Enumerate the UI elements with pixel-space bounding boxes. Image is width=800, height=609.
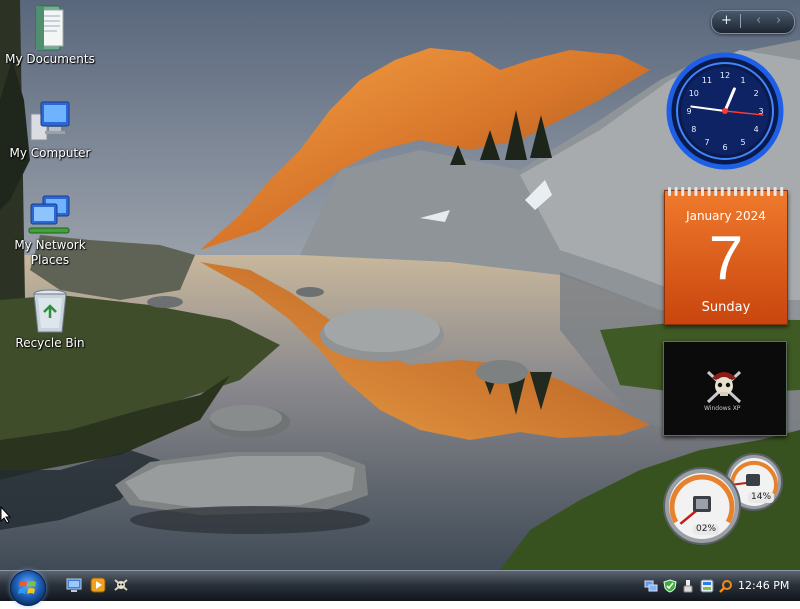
documents-folder-icon	[33, 4, 67, 52]
add-gadget-button[interactable]: +	[721, 13, 732, 29]
desktop-icon-my-network-places[interactable]: My Network Places	[2, 194, 98, 268]
slideshow-caption: Windows XP	[704, 405, 741, 412]
network-places-icon	[27, 194, 73, 238]
clock-numeral: 1	[740, 76, 745, 85]
calendar-ring	[681, 187, 685, 196]
calendar-ring	[734, 187, 737, 196]
clock-gadget[interactable]: 1 2 3 4 5 6 7 8 9 10 11 12	[664, 52, 786, 172]
security-shield-icon[interactable]	[663, 578, 677, 593]
next-gadget-button[interactable]: ›	[776, 13, 781, 29]
computer-icon	[27, 100, 73, 146]
slideshow-gadget[interactable]: Windows XP	[663, 341, 787, 436]
update-icon[interactable]	[700, 578, 714, 593]
calendar-ring	[780, 187, 784, 196]
taskbar: 12:46 PM	[0, 570, 800, 606]
clock-numeral: 8	[691, 125, 696, 134]
calendar-ring	[687, 187, 691, 196]
calendar-ring	[707, 187, 711, 196]
calendar-ring	[701, 187, 704, 196]
cpu-readout: 02%	[693, 524, 720, 535]
calendar-ring	[720, 187, 724, 196]
desktop-icon-my-documents[interactable]: My Documents	[2, 4, 98, 67]
mouse-cursor-icon	[0, 505, 12, 528]
start-button[interactable]	[10, 570, 46, 606]
calendar-ring	[674, 187, 678, 196]
prev-gadget-button[interactable]: ‹	[756, 13, 761, 29]
clock-face: 123456789101112	[666, 52, 784, 170]
sidebar-divider	[740, 14, 741, 28]
clock-numeral: 5	[740, 138, 745, 147]
clock-numeral: 2	[754, 89, 759, 98]
clock-numeral: 7	[704, 138, 709, 147]
calendar-binding-rings	[668, 187, 784, 196]
calendar-ring	[760, 187, 764, 196]
desktop-icon-label: My Computer	[9, 146, 91, 160]
clock-numeral: 6	[722, 143, 727, 152]
calendar-ring	[767, 187, 770, 196]
pirate-app-icon[interactable]	[113, 577, 129, 593]
calendar-ring	[773, 187, 777, 196]
desktop-icon-label: My Network Places	[14, 238, 86, 267]
recycle-bin-icon	[30, 288, 70, 336]
clock-numeral: 4	[754, 125, 759, 134]
memory-readout: 14%	[748, 492, 775, 503]
clock-numeral: 12	[720, 71, 730, 80]
media-player-icon[interactable]	[90, 577, 106, 593]
calendar-gadget[interactable]: January 2024 7 Sunday	[664, 187, 788, 325]
calendar-day-number: 7	[708, 224, 744, 293]
usb-device-icon[interactable]	[681, 578, 695, 593]
calendar-ring	[727, 187, 731, 196]
desktop-icon-recycle-bin[interactable]: Recycle Bin	[2, 288, 98, 351]
clock-numeral: 10	[689, 89, 699, 98]
pirate-skull-icon	[704, 364, 744, 410]
calendar-ring	[668, 187, 671, 196]
calendar-ring	[753, 187, 757, 196]
calendar-ring	[747, 187, 751, 196]
taskbar-clock[interactable]: 12:46 PM	[738, 579, 789, 592]
calendar-ring	[714, 187, 718, 196]
desktop-icon-label: My Documents	[5, 52, 95, 66]
desktop-icon-label: Recycle Bin	[15, 336, 85, 350]
calendar-ring	[740, 187, 744, 196]
show-desktop-icon[interactable]	[66, 577, 82, 593]
search-icon[interactable]	[719, 578, 733, 593]
calendar-weekday: Sunday	[701, 300, 751, 315]
network-icon[interactable]	[644, 578, 658, 592]
sidebar-toolbar: + ‹ ›	[711, 10, 795, 34]
cpu-meter-gadget[interactable]: 02% 14%	[662, 452, 788, 546]
clock-numeral: 9	[686, 107, 691, 116]
desktop-icon-my-computer[interactable]: My Computer	[2, 100, 98, 161]
calendar-month-year: January 2024	[686, 209, 766, 223]
calendar-ring	[694, 187, 698, 196]
clock-numeral: 11	[702, 76, 712, 85]
